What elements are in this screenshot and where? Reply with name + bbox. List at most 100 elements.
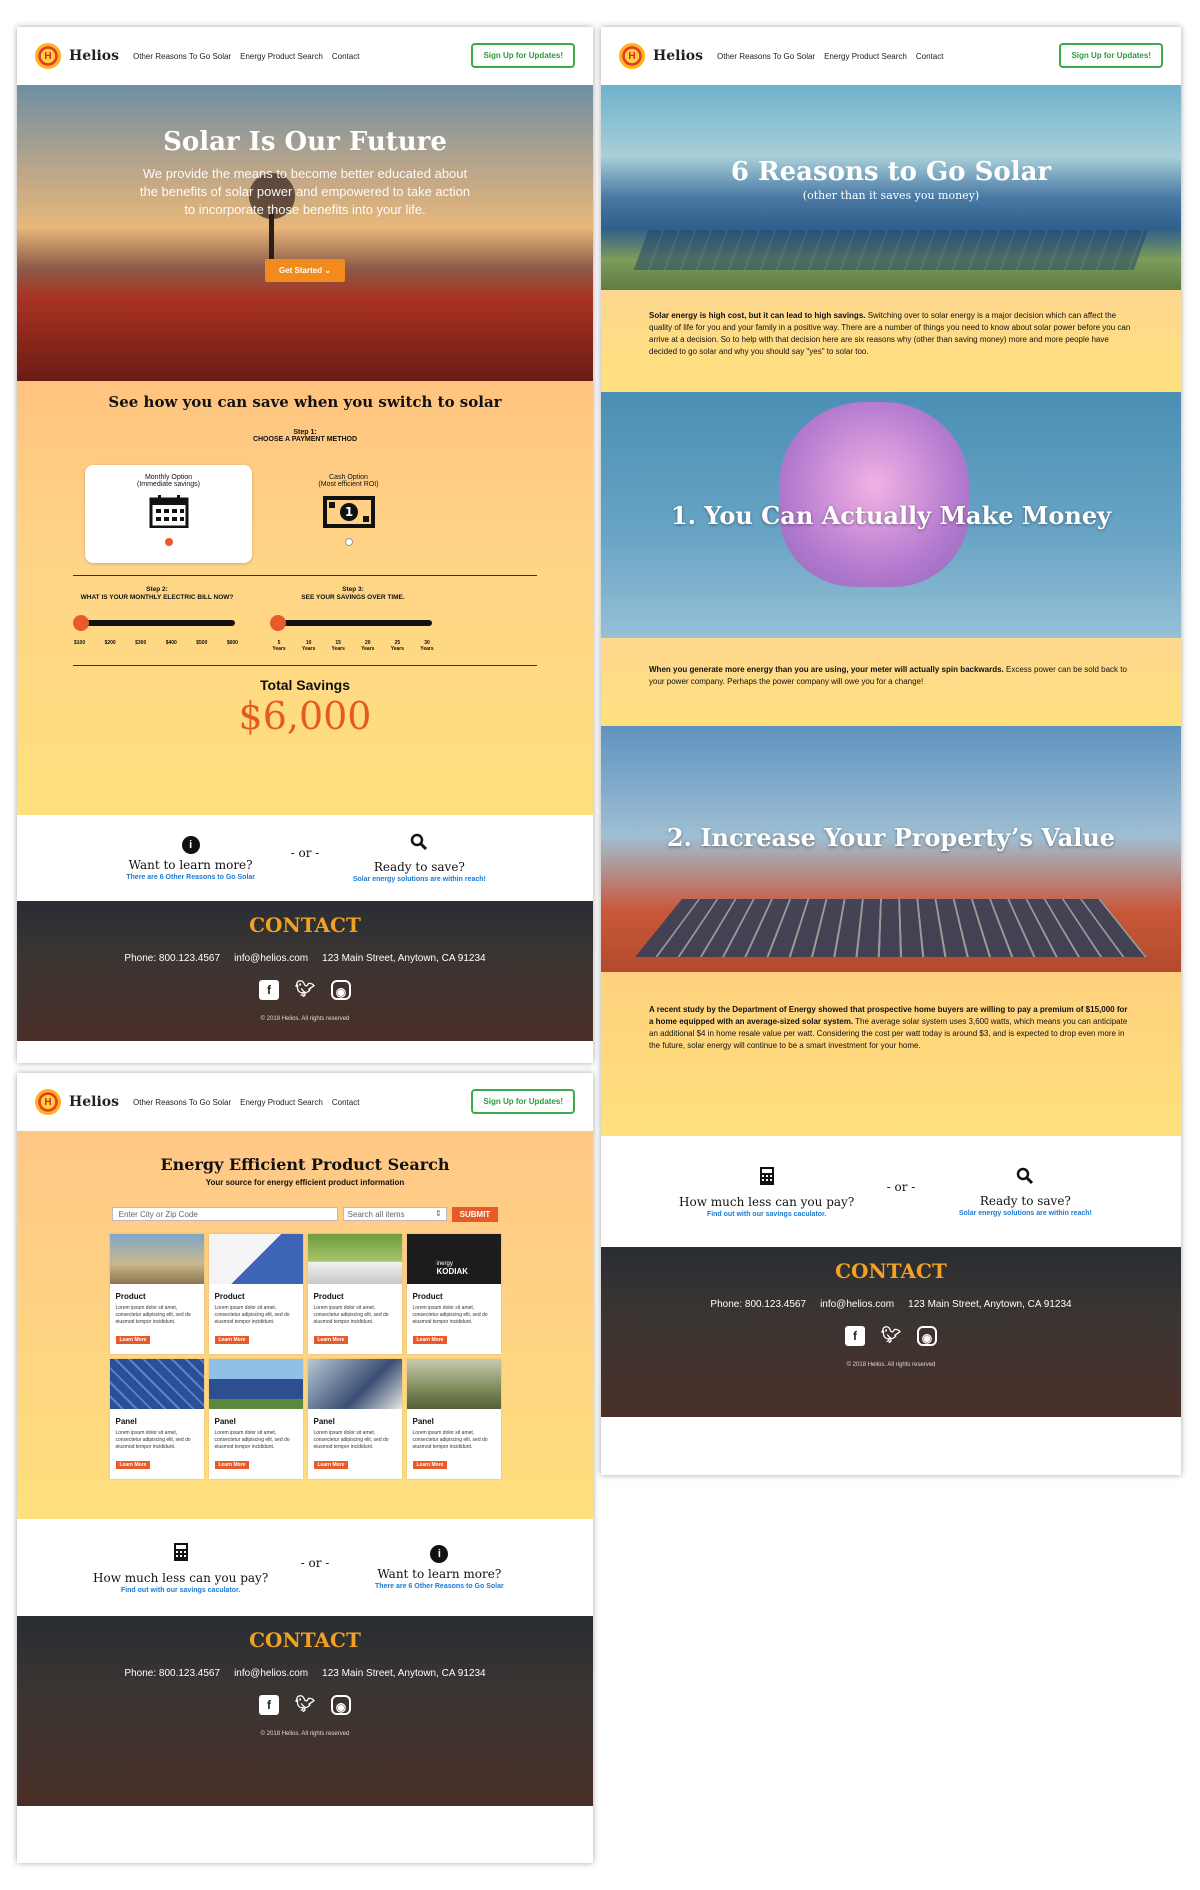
cash-option-sub: (Most efficient ROI) <box>318 481 379 488</box>
monthly-option-card[interactable]: Monthly Option (Immediate savings) <box>85 465 252 563</box>
brand-name[interactable]: Helios <box>69 48 119 64</box>
product-card[interactable]: inergy KODIAK Product Lorem ipsum dolor sit… <box>406 1234 501 1354</box>
learn-more-button[interactable]: Learn More <box>313 1461 349 1469</box>
nav-link-contact[interactable]: Contact <box>916 52 944 61</box>
contact-phone[interactable]: Phone: 800.123.4567 <box>710 1299 806 1310</box>
category-select[interactable]: Search all items ⇕ <box>342 1207 447 1221</box>
twitter-icon[interactable]: 🐦︎ <box>295 980 315 1000</box>
bill-slider-handle[interactable] <box>73 615 89 631</box>
rooftop-panels-image <box>635 898 1147 957</box>
product-card[interactable]: Panel Lorem ipsum dolor sit amet, consect… <box>208 1359 303 1479</box>
social-links: f 🐦︎ ◉ <box>601 1326 1181 1346</box>
cta-learn-more[interactable]: i Want to learn more? There are 6 Other … <box>349 1545 529 1590</box>
chevron-down-icon: ⌄ <box>324 266 332 275</box>
piggy-bank-image <box>779 402 969 587</box>
helios-logo-icon[interactable]: H <box>35 43 61 69</box>
cash-option-card[interactable]: Cash Option (Most efficient ROI) 1 <box>265 465 432 563</box>
card-name: Product <box>412 1292 443 1301</box>
cta-ready-link[interactable]: Solar energy solutions are within reach! <box>935 1210 1115 1217</box>
nav-link-product-search[interactable]: Energy Product Search <box>824 52 907 61</box>
contact-email[interactable]: info@helios.com <box>234 953 308 964</box>
signup-button[interactable]: Sign Up for Updates! <box>471 43 575 68</box>
cta-calculator-link[interactable]: Find out with our savings caculator. <box>81 1587 281 1594</box>
brand-name[interactable]: Helios <box>69 1094 119 1110</box>
twitter-icon[interactable]: 🐦︎ <box>881 1326 901 1346</box>
cta-calculator-title: How much less can you pay? <box>93 1570 269 1585</box>
cta-calculator-link[interactable]: Find out with our savings caculator. <box>667 1211 867 1218</box>
panel-array-image <box>208 1359 303 1409</box>
learn-more-button[interactable]: Learn More <box>313 1336 349 1344</box>
contact-phone[interactable]: Phone: 800.123.4567 <box>124 1668 220 1679</box>
category-select-value: Search all items <box>347 1210 405 1219</box>
nav-link-reasons[interactable]: Other Reasons To Go Solar <box>133 1098 231 1107</box>
contact-footer: CONTACT Phone: 800.123.4567 info@helios.c… <box>601 1247 1181 1417</box>
contact-email[interactable]: info@helios.com <box>820 1299 894 1310</box>
product-card[interactable]: Panel Lorem ipsum dolor sit amet, consect… <box>109 1359 204 1479</box>
calendar-icon <box>149 495 188 529</box>
year-tick: 30 Years <box>420 640 434 652</box>
learn-more-button[interactable]: Learn More <box>115 1336 151 1344</box>
years-slider-handle[interactable] <box>270 615 286 631</box>
cta-learn-more-link[interactable]: There are 6 Other Reasons to Go Solar <box>111 874 271 881</box>
search-page-frame: H Helios Other Reasons To Go Solar Energ… <box>17 1073 593 1863</box>
helios-logo-icon[interactable]: H <box>35 1089 61 1115</box>
learn-more-button[interactable]: Learn More <box>115 1461 151 1469</box>
social-links: f 🐦︎ ◉ <box>17 980 593 1000</box>
facebook-icon[interactable]: f <box>259 980 279 1000</box>
instagram-icon[interactable]: ◉ <box>331 1695 351 1715</box>
cta-ready-to-save[interactable]: Ready to save? Solar energy solutions ar… <box>935 1167 1115 1217</box>
facebook-icon[interactable]: f <box>845 1326 865 1346</box>
bill-tick: $300 <box>135 640 147 646</box>
years-slider[interactable] <box>270 615 432 631</box>
card-name: Panel <box>115 1417 137 1426</box>
bill-tick: $400 <box>165 640 177 646</box>
nav-link-product-search[interactable]: Energy Product Search <box>240 1098 323 1107</box>
learn-more-button[interactable]: Learn More <box>214 1461 250 1469</box>
cta-ready-to-save[interactable]: Ready to save? Solar energy solutions ar… <box>339 833 499 883</box>
step2-heading: Step 2: WHAT IS YOUR MONTHLY ELECTRIC BIL… <box>73 586 241 602</box>
location-input[interactable]: Enter City or Zip Code <box>111 1207 338 1221</box>
twitter-icon[interactable]: 🐦︎ <box>295 1695 315 1715</box>
cta-learn-more-link[interactable]: There are 6 Other Reasons to Go Solar <box>349 1583 529 1590</box>
card-desc: Lorem ipsum dolor sit amet, consectetur … <box>412 1430 488 1450</box>
nav-link-reasons[interactable]: Other Reasons To Go Solar <box>133 52 231 61</box>
cta-calculator[interactable]: How much less can you pay? Find out with… <box>81 1542 281 1594</box>
facebook-icon[interactable]: f <box>259 1695 279 1715</box>
step3-text: SEE YOUR SAVINGS OVER TIME. <box>301 594 405 601</box>
monthly-option-radio[interactable] <box>164 538 173 546</box>
nav-link-product-search[interactable]: Energy Product Search <box>240 52 323 61</box>
kodiak-generator-image: inergy KODIAK <box>406 1234 501 1284</box>
brand-name[interactable]: Helios <box>653 48 703 64</box>
instagram-icon[interactable]: ◉ <box>917 1326 937 1346</box>
cta-calculator[interactable]: How much less can you pay? Find out with… <box>667 1166 867 1218</box>
cash-option-radio[interactable] <box>344 538 353 546</box>
cta-ready-link[interactable]: Solar energy solutions are within reach! <box>339 876 499 883</box>
product-card[interactable]: Product Lorem ipsum dolor sit amet, conse… <box>307 1234 402 1354</box>
product-card[interactable]: Product Lorem ipsum dolor sit amet, conse… <box>208 1234 303 1354</box>
calculator-icon <box>173 1542 188 1561</box>
contact-title: CONTACT <box>835 1259 947 1283</box>
contact-phone[interactable]: Phone: 800.123.4567 <box>124 953 220 964</box>
product-card[interactable]: Product Lorem ipsum dolor sit amet, conse… <box>109 1234 204 1354</box>
signup-button[interactable]: Sign Up for Updates! <box>471 1089 575 1114</box>
nav-link-contact[interactable]: Contact <box>332 1098 360 1107</box>
hero-section: Solar Is Our Future We provide the means… <box>17 85 593 381</box>
step2-text: WHAT IS YOUR MONTHLY ELECTRIC BILL NOW? <box>80 594 234 601</box>
learn-more-button[interactable]: Learn More <box>214 1336 250 1344</box>
monthly-option-title: Monthly Option <box>144 474 193 481</box>
learn-more-button[interactable]: Learn More <box>412 1461 448 1469</box>
nav-link-reasons[interactable]: Other Reasons To Go Solar <box>717 52 815 61</box>
product-card[interactable]: Panel Lorem ipsum dolor sit amet, consect… <box>307 1359 402 1479</box>
signup-button[interactable]: Sign Up for Updates! <box>1059 43 1163 68</box>
helios-logo-icon[interactable]: H <box>619 43 645 69</box>
get-started-button[interactable]: Get Started ⌄ <box>264 259 346 282</box>
submit-button[interactable]: SUBMIT <box>451 1207 499 1222</box>
bill-slider[interactable] <box>73 615 235 631</box>
nav-link-contact[interactable]: Contact <box>332 52 360 61</box>
learn-more-button[interactable]: Learn More <box>412 1336 448 1344</box>
contact-email[interactable]: info@helios.com <box>234 1668 308 1679</box>
instagram-icon[interactable]: ◉ <box>331 980 351 1000</box>
product-card[interactable]: Panel Lorem ipsum dolor sit amet, consect… <box>406 1359 501 1479</box>
top-nav: H Helios Other Reasons To Go Solar Energ… <box>17 27 593 85</box>
cta-learn-more[interactable]: i Want to learn more? There are 6 Other … <box>111 835 271 881</box>
